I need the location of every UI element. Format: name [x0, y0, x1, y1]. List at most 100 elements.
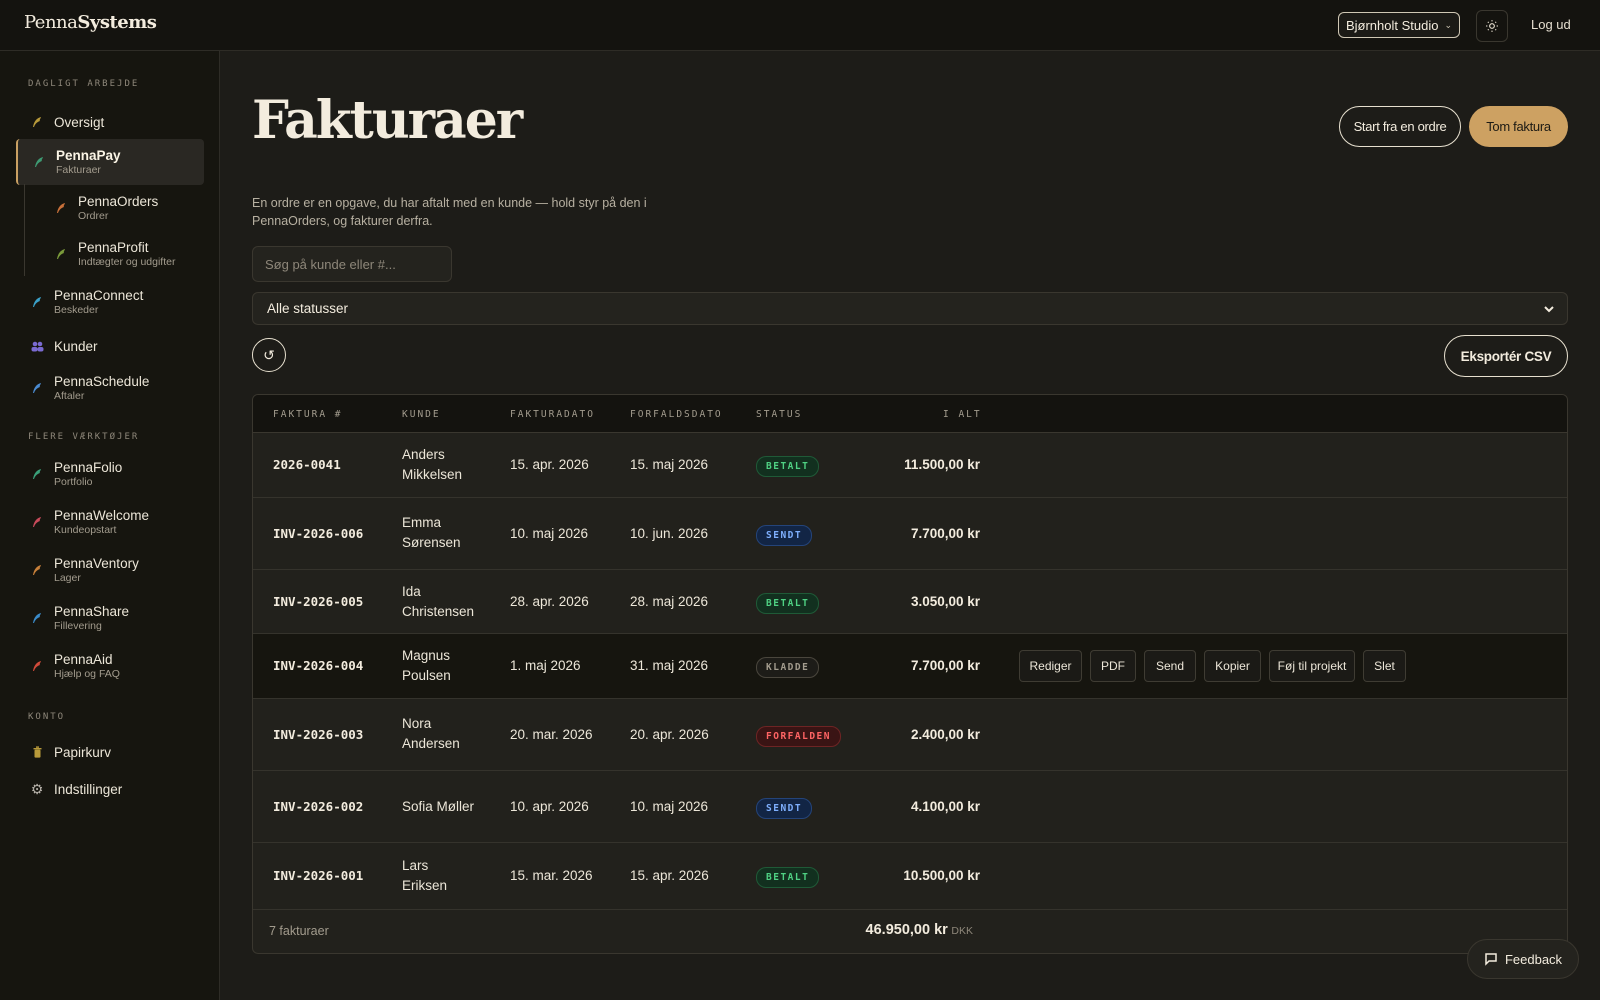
- header-customer[interactable]: KUNDE: [402, 409, 441, 420]
- invoice-number: INV-2026-004: [273, 658, 364, 673]
- chevron-down-icon: [1544, 305, 1554, 312]
- sidebar-item-oversigt[interactable]: Oversigt: [16, 107, 204, 137]
- due-date: 15. apr. 2026: [630, 868, 709, 883]
- table-row[interactable]: INV-2026-005 Ida Christensen 28. apr. 202…: [253, 570, 1567, 634]
- invoice-date: 20. mar. 2026: [510, 727, 593, 742]
- sun-icon: [1486, 20, 1498, 32]
- sidebar-item-pennaaid[interactable]: PennaAid Hjælp og FAQ: [16, 645, 204, 687]
- status-badge: BETALT: [756, 593, 820, 614]
- table-row[interactable]: INV-2026-003 Nora Andersen 20. mar. 2026 …: [253, 699, 1567, 771]
- feather-icon: [30, 563, 44, 577]
- logout-link[interactable]: Log ud: [1531, 17, 1571, 32]
- search-input[interactable]: [252, 246, 452, 282]
- invoice-date: 1. maj 2026: [510, 658, 581, 673]
- header-invoice-num[interactable]: FAKTURA #: [273, 409, 342, 420]
- status-badge: KLADDE: [756, 657, 820, 678]
- customer-name: Magnus Poulsen: [402, 648, 451, 683]
- sidebar-item-kunder[interactable]: Kunder: [16, 331, 204, 361]
- table-header: FAKTURA # KUNDE FAKTURADATO FORFALDSDATO…: [253, 395, 1567, 433]
- due-date: 10. jun. 2026: [630, 526, 709, 541]
- invoice-total: 7.700,00 kr: [910, 526, 980, 541]
- copy-button[interactable]: Kopier: [1204, 650, 1261, 682]
- invoice-table: FAKTURA # KUNDE FAKTURADATO FORFALDSDATO…: [252, 394, 1568, 954]
- invoice-date: 15. mar. 2026: [510, 868, 593, 883]
- page-title: Fakturaer: [252, 90, 523, 151]
- header-invoice-date[interactable]: FAKTURADATO: [510, 409, 595, 420]
- feather-icon: [54, 201, 68, 215]
- refresh-button[interactable]: ↺: [252, 338, 286, 372]
- customer-name: Lars Eriksen: [402, 858, 448, 893]
- invoice-total: 11.500,00 kr: [904, 457, 980, 472]
- section-label-daily: DAGLIGT ARBEJDE: [28, 79, 140, 89]
- table-row[interactable]: INV-2026-004 Magnus Poulsen 1. maj 2026 3…: [253, 634, 1567, 699]
- sidebar-item-pennaorders[interactable]: PennaOrders Ordrer: [40, 187, 204, 229]
- sidebar-item-pennashare[interactable]: PennaShare Fillevering: [16, 597, 204, 639]
- start-from-order-button[interactable]: Start fra en ordre: [1339, 106, 1461, 147]
- edit-button[interactable]: Rediger: [1019, 650, 1082, 682]
- feather-icon: [30, 611, 44, 625]
- invoice-total: 3.050,00 kr: [910, 594, 980, 609]
- feather-icon: [32, 155, 46, 169]
- section-label-account: KONTO: [28, 712, 66, 722]
- feather-icon: [30, 659, 44, 673]
- customer-name: Nora Andersen: [402, 716, 460, 751]
- sidebar-item-pennafolio[interactable]: PennaFolio Portfolio: [16, 453, 204, 495]
- sidebar-item-pennaconnect[interactable]: PennaConnect Beskeder: [16, 281, 204, 323]
- invoice-number: INV-2026-006: [273, 526, 364, 541]
- sidebar-item-indstillinger[interactable]: ⚙ Indstillinger: [16, 774, 204, 804]
- status-filter-value: Alle statusser: [267, 301, 349, 316]
- invoice-number: INV-2026-001: [273, 868, 364, 883]
- invoice-count: 7 fakturaer: [269, 924, 329, 938]
- due-date: 20. apr. 2026: [630, 727, 709, 742]
- pdf-button[interactable]: PDF: [1090, 650, 1136, 682]
- table-row[interactable]: INV-2026-001 Lars Eriksen 15. mar. 2026 1…: [253, 843, 1567, 910]
- due-date: 28. maj 2026: [630, 594, 709, 609]
- feather-icon: [30, 467, 44, 481]
- table-row[interactable]: INV-2026-002 Sofia Møller 10. apr. 2026 …: [253, 771, 1567, 843]
- sidebar-item-papirkurv[interactable]: Papirkurv: [16, 737, 204, 767]
- add-to-project-button[interactable]: Føj til projekt: [1269, 650, 1355, 682]
- sidebar-item-pennawelcome[interactable]: PennaWelcome Kundeopstart: [16, 501, 204, 543]
- empty-invoice-button[interactable]: Tom faktura: [1469, 106, 1568, 147]
- status-badge: SENDT: [756, 798, 813, 819]
- sidebar-item-pennaschedule[interactable]: PennaSchedule Aftaler: [16, 367, 204, 409]
- delete-button[interactable]: Slet: [1363, 650, 1406, 682]
- sidebar: DAGLIGT ARBEJDE Oversigt PennaPay Faktura…: [0, 51, 220, 1000]
- export-csv-button[interactable]: Eksportér CSV: [1444, 335, 1568, 377]
- table-footer: 7 fakturaer 46.950,00 kr DKK: [253, 910, 1567, 953]
- child-indent-line: [24, 184, 25, 276]
- feather-icon: [30, 515, 44, 529]
- invoice-number: 2026-0041: [273, 457, 341, 472]
- invoice-total: 4.100,00 kr: [910, 799, 980, 814]
- sidebar-item-pennaventory[interactable]: PennaVentory Lager: [16, 549, 204, 591]
- theme-toggle-button[interactable]: [1476, 10, 1508, 42]
- refresh-icon: ↺: [263, 346, 275, 363]
- send-button[interactable]: Send: [1144, 650, 1196, 682]
- feather-icon: [30, 115, 44, 129]
- table-row[interactable]: INV-2026-006 Emma Sørensen 10. maj 2026 1…: [253, 498, 1567, 570]
- due-date: 15. maj 2026: [630, 457, 709, 472]
- status-filter-select[interactable]: Alle statusser: [252, 292, 1568, 325]
- invoice-total: 10.500,00 kr: [903, 868, 980, 883]
- chat-icon: [1485, 953, 1497, 966]
- grand-total: 46.950,00 kr DKK: [865, 922, 973, 938]
- header-due-date[interactable]: FORFALDSDATO: [630, 409, 723, 420]
- table-row[interactable]: 2026-0041 Anders Mikkelsen 15. apr. 2026 …: [253, 433, 1567, 498]
- feather-icon: [54, 247, 68, 261]
- invoice-total: 7.700,00 kr: [910, 658, 980, 673]
- status-badge: BETALT: [756, 456, 820, 477]
- sidebar-item-pennaprofit[interactable]: PennaProfit Indtægter og udgifter: [40, 233, 204, 275]
- feedback-button[interactable]: Feedback: [1467, 939, 1579, 979]
- invoice-date: 10. maj 2026: [510, 526, 589, 541]
- due-date: 10. maj 2026: [630, 799, 709, 814]
- status-badge: SENDT: [756, 525, 813, 546]
- studio-name: Bjørnholt Studio: [1345, 17, 1439, 33]
- header-status[interactable]: STATUS: [756, 409, 802, 420]
- studio-select[interactable]: Bjørnholt Studio ⌄: [1338, 12, 1460, 38]
- header-total[interactable]: I ALT: [943, 409, 982, 420]
- logo[interactable]: PennaSystems: [24, 12, 157, 33]
- invoice-date: 15. apr. 2026: [510, 457, 589, 472]
- gear-icon: ⚙: [30, 780, 44, 797]
- chevron-down-icon: ⌄: [1444, 19, 1453, 30]
- sidebar-item-pennapay[interactable]: PennaPay Fakturaer: [16, 139, 204, 185]
